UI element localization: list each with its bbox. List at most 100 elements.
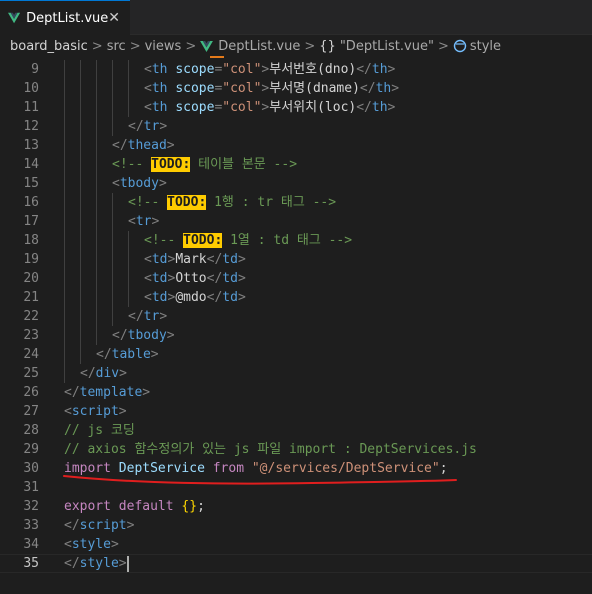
indent-guide — [80, 193, 81, 212]
close-icon[interactable]: ✕ — [108, 10, 120, 26]
indent-guide — [64, 231, 65, 250]
tab-deptlist-vue[interactable]: DeptList.vue ✕ — [0, 0, 130, 35]
code-line[interactable]: 29 // axios 함수정의가 있는 js 파일 import : DeptS… — [0, 440, 592, 459]
code-token: > — [391, 81, 400, 96]
line-number: 35 — [23, 556, 39, 571]
line-number: 13 — [23, 138, 39, 153]
code-token: 테이블 본문 --> — [190, 157, 298, 172]
line-number: 15 — [23, 176, 39, 191]
indent-guide — [96, 250, 97, 269]
breadcrumb-item-src[interactable]: src — [107, 39, 126, 54]
code-token: // axios 함수정의가 있는 js 파일 import : DeptSer… — [64, 442, 477, 457]
line-number: 33 — [23, 518, 39, 533]
code-token: 부서번호(dno) — [269, 62, 357, 77]
code-token: > — [150, 347, 159, 362]
code-line[interactable]: 16 <!-- TODO: 1행 : tr 태그 --> — [0, 193, 592, 212]
code-token: td — [222, 252, 238, 267]
indent-guide — [96, 136, 97, 155]
code-line[interactable]: 34 <style> — [0, 535, 592, 554]
code-line[interactable]: 18 <!-- TODO: 1열 : td 태그 --> — [0, 231, 592, 250]
indent-guide — [112, 250, 113, 269]
indent-guide — [80, 136, 81, 155]
code-token: > — [159, 309, 168, 324]
code-line[interactable]: 13 </thead> — [0, 136, 592, 155]
indent-guide — [80, 345, 81, 364]
code-line[interactable]: 14 <!-- TODO: 테이블 본문 --> — [0, 155, 592, 174]
text-cursor — [127, 556, 130, 572]
tab-label: DeptList.vue — [26, 10, 109, 26]
code-line[interactable]: 19 <td>Mark</td> — [0, 250, 592, 269]
code-line[interactable]: 32 export default {}; — [0, 497, 592, 516]
line-number: 21 — [23, 290, 39, 305]
code-token: scope — [175, 100, 215, 115]
code-token: // js 코딩 — [64, 423, 135, 438]
indent-guide — [96, 193, 97, 212]
code-token: </ — [356, 100, 372, 115]
code-token: th — [151, 100, 168, 115]
code-line[interactable]: 28 // js 코딩 — [0, 421, 592, 440]
code-text: <td>@mdo</td> — [144, 288, 246, 307]
code-editor[interactable]: 9 <th scope="col">부서번호(dno)</th> 10 <th sco… — [0, 57, 592, 594]
indent-guide — [128, 231, 129, 250]
breadcrumb-item-board-basic[interactable]: board_basic — [10, 39, 88, 54]
code-token: TODO: — [183, 233, 223, 248]
indent-guide — [96, 155, 97, 174]
chevron-right-icon: > — [91, 38, 103, 54]
indent-guide — [128, 79, 129, 98]
code-token: template — [79, 385, 143, 400]
indent-guide — [128, 250, 129, 269]
code-token: </ — [206, 252, 223, 267]
code-text: <th scope="col">부서위치(loc)</th> — [144, 98, 395, 117]
vue-icon — [200, 40, 214, 52]
code-line[interactable]: 22 </tr> — [0, 307, 592, 326]
code-line[interactable]: 11 <th scope="col">부서위치(loc)</th> — [0, 98, 592, 117]
code-token: style — [79, 556, 119, 571]
code-token: <!-- — [112, 157, 152, 172]
code-line[interactable]: 12 </tr> — [0, 117, 592, 136]
code-line[interactable]: 21 <td>@mdo</td> — [0, 288, 592, 307]
breadcrumb-item-views[interactable]: views — [145, 39, 182, 54]
breadcrumb-item-file[interactable]: DeptList.vue — [218, 39, 300, 54]
code-token: > — [237, 252, 246, 267]
indent-guide — [80, 117, 81, 136]
code-token: scope — [175, 81, 215, 96]
breadcrumb-item-style[interactable]: style — [470, 39, 501, 54]
code-line[interactable]: 15 <tbody> — [0, 174, 592, 193]
line-number: 10 — [23, 81, 39, 96]
code-text: </div> — [80, 364, 127, 383]
indent-guide — [64, 250, 65, 269]
code-line[interactable]: 25 </div> — [0, 364, 592, 383]
code-token: < — [144, 271, 152, 286]
code-token: Otto — [175, 271, 207, 286]
code-line[interactable]: 33 </script> — [0, 516, 592, 535]
breadcrumb-item-module[interactable]: "DeptList.vue" — [340, 39, 434, 54]
code-token: < — [144, 100, 152, 115]
code-token: > — [166, 328, 175, 343]
code-line[interactable]: 23 </tbody> — [0, 326, 592, 345]
indent-guide — [80, 269, 81, 288]
indent-guide — [64, 174, 65, 193]
code-line[interactable]: 9 <th scope="col">부서번호(dno)</th> — [0, 60, 592, 79]
code-token: th — [151, 81, 168, 96]
code-token: </ — [64, 385, 80, 400]
code-line[interactable]: 24 </table> — [0, 345, 592, 364]
code-line[interactable]: 20 <td>Otto</td> — [0, 269, 592, 288]
code-line[interactable]: 26 </template> — [0, 383, 592, 402]
code-text: </thead> — [112, 136, 175, 155]
code-line[interactable]: 27 <script> — [0, 402, 592, 421]
line-number: 23 — [23, 328, 39, 343]
code-line[interactable]: 17 <tr> — [0, 212, 592, 231]
indent-guide — [128, 288, 129, 307]
code-token: > — [118, 556, 127, 571]
code-token: </ — [128, 119, 144, 134]
code-line[interactable]: 10 <th scope="col">부서명(dname)</th> — [0, 79, 592, 98]
line-number: 31 — [23, 480, 39, 495]
code-token: style — [71, 537, 111, 552]
line-number: 34 — [23, 537, 39, 552]
code-line[interactable]: 35 </style> — [0, 554, 592, 573]
indent-guide — [96, 326, 97, 345]
code-token: {} — [181, 499, 198, 514]
indent-guide — [64, 288, 65, 307]
code-token: < — [144, 252, 152, 267]
indent-guide — [112, 117, 113, 136]
